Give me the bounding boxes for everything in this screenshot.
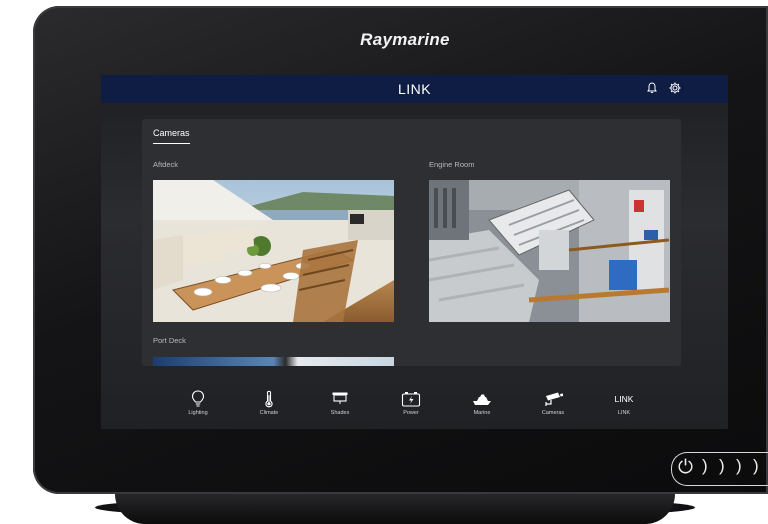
nav-climate-label: Climate: [259, 410, 279, 416]
nav-power-label: Power: [403, 410, 419, 416]
link-icon-text: LINK: [614, 394, 634, 404]
tab-cameras[interactable]: Cameras: [153, 128, 190, 144]
page-title: LINK: [397, 81, 432, 97]
camera-feed-port-deck[interactable]: [153, 357, 394, 366]
boat-icon: [473, 394, 491, 405]
nav-power[interactable]: Power: [386, 390, 436, 416]
nav-climate[interactable]: Climate: [244, 390, 294, 416]
nav-marine[interactable]: Marine: [457, 390, 507, 416]
power-button[interactable]: ⏻: [678, 456, 693, 478]
nav-lighting-label: Lighting: [188, 410, 208, 416]
cameras-panel: Cameras Aftdeck Engine Room Port Deck: [142, 119, 681, 366]
camera-feed-aftdeck[interactable]: [153, 180, 394, 322]
top-bar: LINK: [101, 75, 728, 103]
nav-shades[interactable]: Shades: [315, 390, 365, 416]
camera-icon: [545, 392, 563, 406]
arrow-button-2[interactable]: ): [719, 456, 725, 476]
lightbulb-icon: [191, 390, 205, 407]
bottom-nav: Lighting Climate Shades Power Marine Cam…: [101, 376, 728, 429]
thermometer-icon: [265, 390, 273, 408]
nav-link[interactable]: LINK LINK: [599, 390, 649, 416]
display-screen: LINK Cameras Aftdeck Engine Room Port De…: [101, 75, 728, 429]
hardware-button-pod: ⏻ ) ) ) ): [671, 452, 768, 486]
gear-icon[interactable]: [668, 81, 682, 95]
nav-lighting[interactable]: Lighting: [173, 390, 223, 416]
bell-icon[interactable]: [645, 81, 659, 95]
brand-logo: Raymarine: [360, 30, 450, 49]
camera-label-aftdeck: Aftdeck: [153, 160, 179, 169]
arrow-button-1[interactable]: ): [702, 456, 708, 476]
camera-feed-engine-room[interactable]: [429, 180, 670, 322]
shades-icon: [332, 392, 348, 404]
camera-label-engine-room: Engine Room: [429, 160, 475, 169]
nav-cameras-label: Cameras: [541, 410, 565, 416]
nav-link-label: LINK: [617, 410, 631, 416]
battery-icon: [401, 392, 421, 407]
nav-cameras[interactable]: Cameras: [528, 390, 578, 416]
nav-marine-label: Marine: [473, 410, 491, 416]
arrow-button-4[interactable]: ): [753, 456, 759, 476]
nav-shades-label: Shades: [330, 410, 350, 416]
camera-label-port-deck: Port Deck: [153, 336, 186, 345]
arrow-button-3[interactable]: ): [736, 456, 742, 476]
